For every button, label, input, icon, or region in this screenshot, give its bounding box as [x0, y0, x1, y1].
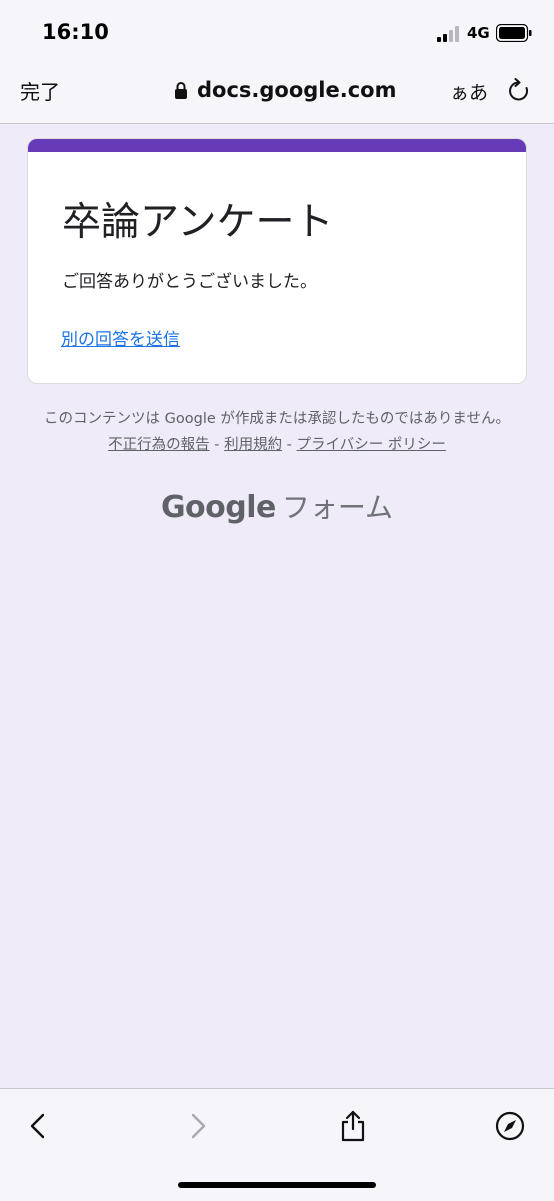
terms-link[interactable]: 利用規約: [224, 437, 282, 453]
status-time: 16:10: [42, 20, 109, 44]
privacy-policy-link[interactable]: プライバシー ポリシー: [297, 437, 446, 453]
done-button[interactable]: 完了: [20, 76, 60, 105]
form-card: 卒論アンケート ご回答ありがとうございました。 別の回答を送信: [28, 139, 526, 383]
card-accent-bar: [28, 139, 526, 152]
compass-icon[interactable]: [494, 1109, 526, 1143]
url-text: docs.google.com: [197, 78, 397, 102]
submit-another-response-link[interactable]: 別の回答を送信: [61, 325, 180, 350]
status-bar: 16:10 4G: [0, 0, 554, 62]
lock-icon: [175, 82, 187, 99]
back-icon[interactable]: [22, 1109, 54, 1143]
share-icon[interactable]: [337, 1109, 369, 1143]
disclaimer-text: このコンテンツは Google が作成または承認したものではありません。: [44, 411, 510, 427]
signal-strength-icon: [437, 26, 459, 42]
forward-icon[interactable]: [182, 1109, 214, 1143]
brand-google: Google: [160, 490, 276, 525]
reload-icon[interactable]: [506, 78, 532, 104]
separator: -: [209, 437, 225, 453]
google-forms-logo[interactable]: Google フォーム: [0, 486, 554, 526]
home-indicator[interactable]: [178, 1182, 376, 1188]
form-title: 卒論アンケート: [62, 200, 334, 245]
separator: -: [282, 437, 297, 453]
url-field[interactable]: docs.google.com: [174, 76, 396, 104]
disclaimer: このコンテンツは Google が作成または承認したものではありません。 不正行…: [42, 406, 512, 458]
report-abuse-link[interactable]: 不正行為の報告: [108, 437, 210, 453]
battery-icon: [496, 24, 532, 42]
brand-forms: フォーム: [281, 491, 394, 524]
network-type: 4G: [467, 24, 490, 42]
confirmation-message: ご回答ありがとうございました。: [62, 272, 317, 292]
text-size-button[interactable]: ぁあ: [450, 78, 488, 105]
browser-address-bar: 完了 docs.google.com ぁあ: [0, 62, 554, 124]
